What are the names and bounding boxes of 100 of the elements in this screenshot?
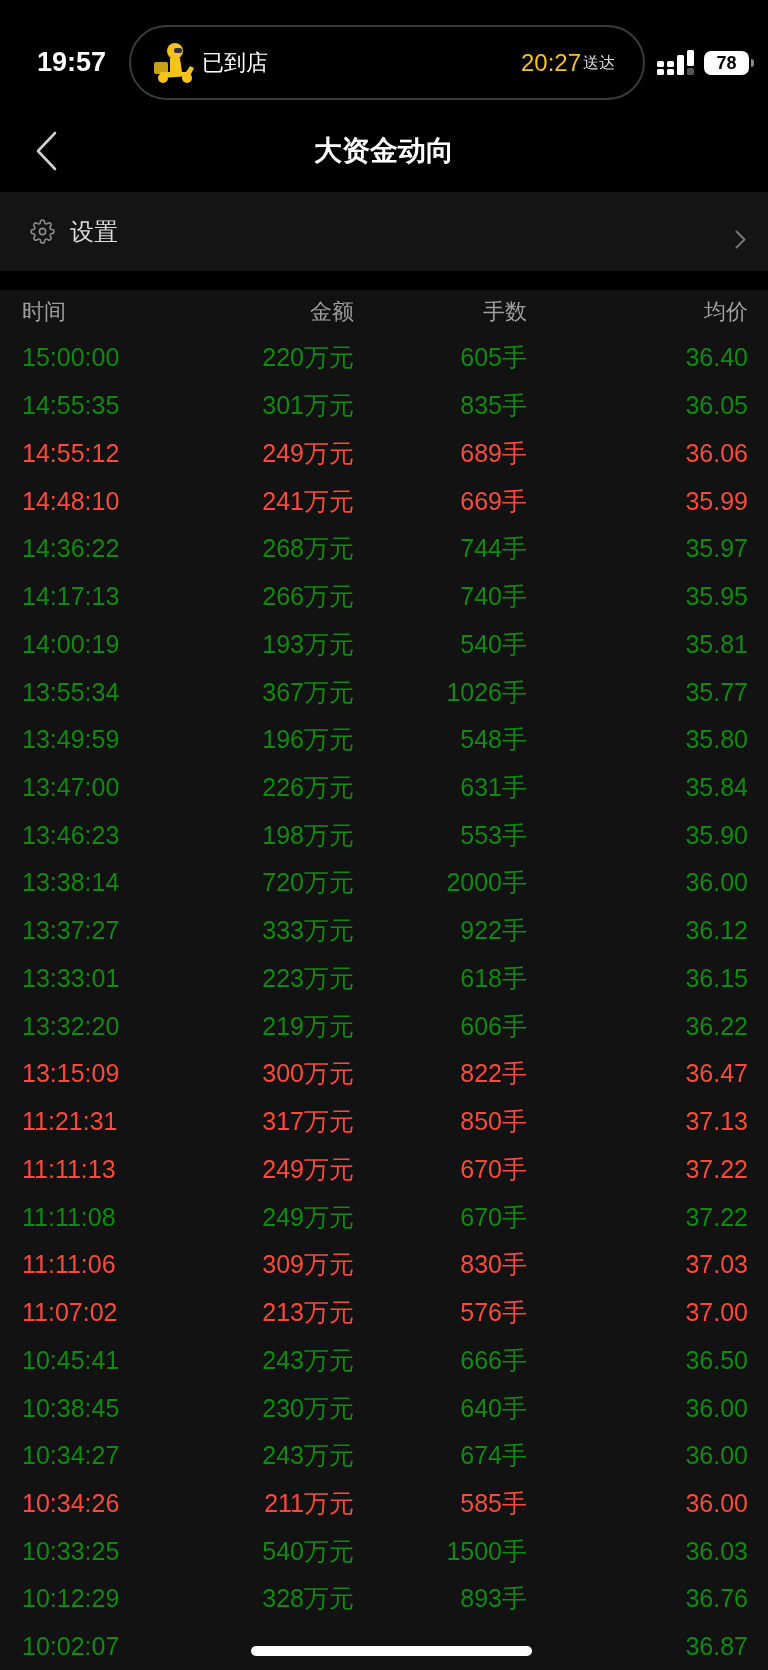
table-cell-text: 36.47	[684, 1061, 748, 1087]
table-cell-text: 36.12	[684, 918, 748, 944]
table-cell-text: 1026手	[445, 679, 527, 705]
signal-strength-icon	[657, 50, 694, 75]
table-cell-text: 36.40	[684, 345, 748, 371]
table-cell-text: 230万元	[261, 1395, 354, 1421]
table-cell-text: 37.00	[684, 1300, 748, 1326]
table-cell-text: 13:46:23	[22, 822, 121, 848]
table-cell-text: 540万元	[261, 1538, 354, 1564]
table-cell-text: 37.22	[684, 1156, 748, 1182]
table-cell-text: 720万元	[261, 870, 354, 896]
table-cell-text: 631手	[459, 774, 527, 800]
delivery-status: 已到店	[202, 51, 268, 74]
table-cell-text: 36.50	[684, 1347, 748, 1373]
column-header: 金额	[309, 301, 354, 323]
table-cell-text: 268万元	[261, 536, 354, 562]
table-cell-text: 10:34:27	[22, 1443, 121, 1469]
table-cell-text: 333万元	[261, 918, 354, 944]
settings-row[interactable]: 设置	[0, 192, 768, 271]
column-header: 手数	[482, 301, 527, 323]
table-cell-text: 666手	[459, 1347, 527, 1373]
table-cell-text: 198万元	[261, 822, 354, 848]
table-cell-text: 193万元	[261, 631, 354, 657]
table-cell-text: 553手	[459, 822, 527, 848]
table-cell-text: 13:32:20	[22, 1013, 121, 1039]
table-cell-text: 540手	[459, 631, 527, 657]
table-cell-text: 14:55:35	[22, 393, 121, 419]
table-cell-text: 36.87	[684, 1634, 748, 1660]
table-cell-text: 2000手	[445, 870, 527, 896]
eta-label: 送达	[583, 54, 615, 71]
table-cell-text: 317万元	[261, 1109, 354, 1135]
table-cell-text: 249万元	[261, 440, 354, 466]
table-cell-text: 14:55:12	[22, 440, 121, 466]
table-cell-text: 13:38:14	[22, 870, 121, 896]
table-cell-text: 36.03	[684, 1538, 748, 1564]
table-cell-text: 740手	[459, 584, 527, 610]
table-cell-text: 689手	[459, 440, 527, 466]
table-cell-text: 13:37:27	[22, 918, 121, 944]
table-cell-text: 37.22	[684, 1204, 748, 1230]
table-cell-text: 585手	[459, 1491, 527, 1516]
table-cell-text: 835手	[459, 393, 527, 419]
table-cell-text: 548手	[459, 727, 527, 753]
table-cell-text: 13:33:01	[22, 965, 121, 991]
table-cell-text: 35.90	[684, 822, 748, 848]
table-cell-text: 576手	[459, 1300, 527, 1326]
table-cell-text: 640手	[459, 1395, 527, 1421]
table-cell-text: 11:21:31	[22, 1109, 119, 1135]
table-cell-text: 893手	[459, 1586, 527, 1612]
table-cell-text: 13:47:00	[22, 774, 121, 800]
live-activity-pill[interactable]: 已到店 20:27送达	[129, 25, 645, 100]
table-cell-text: 670手	[459, 1156, 527, 1182]
status-time: 19:57	[37, 49, 108, 76]
back-chevron-icon	[35, 131, 57, 171]
table-cell-text: 822手	[459, 1061, 527, 1087]
table-cell-text: 35.81	[684, 631, 748, 657]
table-cell-text: 10:34:26	[22, 1491, 121, 1516]
table-cell-text: 219万元	[261, 1013, 354, 1039]
table-cell-text: 328万元	[261, 1586, 354, 1612]
table-cell-text: 36.06	[684, 440, 748, 466]
battery-indicator: 78	[704, 50, 754, 75]
table-cell-text: 13:15:09	[22, 1061, 121, 1087]
table-cell-text: 243万元	[261, 1347, 354, 1373]
table-cell-text: 14:36:22	[22, 536, 121, 562]
table-cell-text: 249万元	[261, 1204, 354, 1230]
table-cell-text: 922手	[459, 918, 527, 944]
table-cell-text: 309万元	[261, 1252, 354, 1278]
table-cell-text: 618手	[459, 965, 527, 991]
table-cell-text: 223万元	[261, 965, 354, 991]
table-cell-text: 36.05	[684, 393, 748, 419]
chevron-right-icon	[735, 230, 746, 249]
table-cell-text: 36.76	[684, 1586, 748, 1612]
table-cell-text: 36.15	[684, 965, 748, 991]
settings-icon	[30, 219, 55, 244]
table-cell-text: 674手	[459, 1443, 527, 1469]
table-cell-text: 605手	[459, 345, 527, 371]
table-cell-text: 13:55:34	[22, 679, 121, 705]
table-cell-text: 266万元	[261, 584, 354, 610]
table-cell-text: 15:00:00	[22, 345, 121, 371]
column-header: 时间	[22, 301, 67, 323]
table-cell-text: 14:48:10	[22, 488, 121, 514]
table-cell-text: 14:17:13	[22, 584, 121, 610]
table-cell-text: 11:11:13	[22, 1156, 117, 1182]
table-cell-text: 36.00	[684, 1443, 748, 1469]
table-cell-text: 10:02:07	[22, 1634, 121, 1660]
table-cell-text: 13:49:59	[22, 727, 121, 753]
table-cell-text: 249万元	[261, 1156, 354, 1182]
table-cell-text: 243万元	[261, 1443, 354, 1469]
table-cell-text: 36.22	[684, 1013, 748, 1039]
table-cell-text: 367万元	[261, 679, 354, 705]
table-cell-text: 606手	[459, 1013, 527, 1039]
table-cell-text: 11:11:08	[22, 1204, 117, 1230]
table-cell-text: 220万元	[261, 345, 354, 371]
table-cell-text: 35.99	[684, 488, 748, 514]
table-cell-text: 35.77	[684, 679, 748, 705]
table-cell-text: 670手	[459, 1204, 527, 1230]
table-cell-text: 211万元	[263, 1491, 354, 1516]
table-cell-text: 10:33:25	[22, 1538, 121, 1564]
table-cell-text: 241万元	[261, 488, 354, 514]
scooter-rider-icon	[152, 41, 196, 84]
table-cell-text: 10:38:45	[22, 1395, 121, 1421]
